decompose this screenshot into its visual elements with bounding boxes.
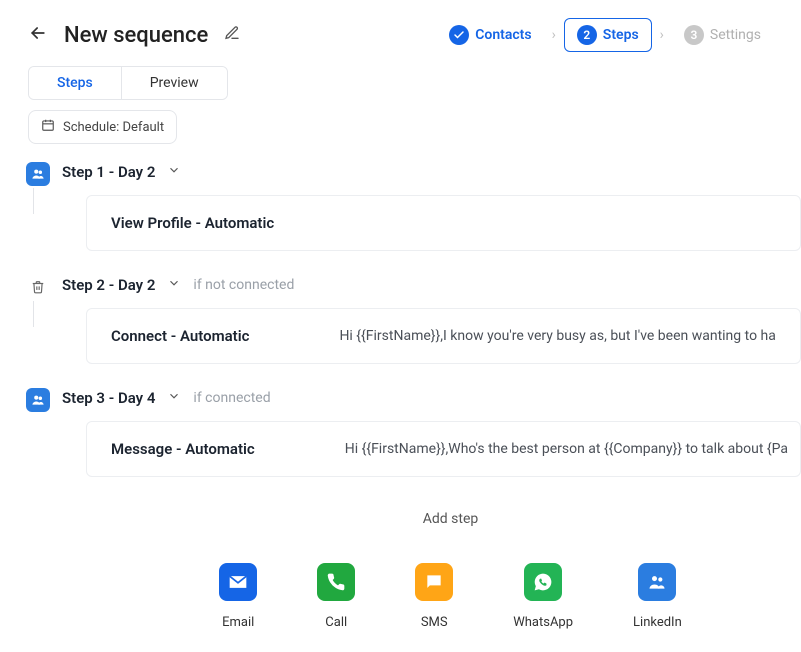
people-icon	[26, 162, 50, 186]
page-title: New sequence	[64, 23, 208, 48]
card-heading: Connect - Automatic	[111, 327, 249, 345]
sequence-step: Step 3 - Day 4 if connected Message - Au…	[22, 388, 801, 477]
schedule-selector[interactable]: Schedule: Default	[28, 110, 177, 144]
channel-label: Call	[325, 615, 347, 630]
step-title: Step 1 - Day 2	[62, 163, 155, 181]
channel-call[interactable]: Call	[317, 563, 355, 630]
whatsapp-icon	[524, 563, 562, 601]
wizard-label: Settings	[710, 27, 761, 43]
phone-icon	[317, 563, 355, 601]
wizard-step-contacts[interactable]: Contacts	[437, 19, 543, 51]
channel-label: WhatsApp	[513, 615, 573, 630]
channel-email[interactable]: Email	[219, 563, 257, 630]
check-icon	[449, 25, 469, 45]
step-card[interactable]: Connect - Automatic Hi {{FirstName}},I k…	[86, 308, 801, 364]
channel-sms[interactable]: SMS	[415, 563, 453, 630]
wizard-label: Contacts	[475, 27, 531, 43]
channel-label: Email	[222, 615, 254, 630]
pencil-icon[interactable]	[224, 25, 240, 45]
chevron-down-icon[interactable]	[167, 388, 181, 407]
trash-icon[interactable]	[26, 275, 50, 299]
channel-selector: Email Call SMS WhatsApp LinkedIn	[100, 563, 801, 630]
view-tabs: Steps Preview	[28, 66, 228, 100]
calendar-icon	[41, 118, 55, 136]
chevron-right-icon: ›	[660, 27, 664, 43]
step-number: 3	[684, 25, 704, 45]
step-number: 2	[577, 25, 597, 45]
sequence-step: Step 2 - Day 2 if not connected Connect …	[22, 275, 801, 388]
channel-label: LinkedIn	[633, 615, 682, 630]
people-icon	[26, 388, 50, 412]
step-condition: if not connected	[193, 277, 294, 293]
wizard-step-settings: 3 Settings	[672, 19, 773, 51]
card-heading: View Profile - Automatic	[111, 214, 274, 232]
tab-steps[interactable]: Steps	[29, 67, 121, 99]
step-card[interactable]: Message - Automatic Hi {{FirstName}},Who…	[86, 421, 801, 477]
step-title: Step 2 - Day 2	[62, 276, 155, 294]
chevron-down-icon[interactable]	[167, 275, 181, 294]
step-card[interactable]: View Profile - Automatic	[86, 195, 801, 251]
wizard-label: Steps	[603, 27, 639, 43]
tab-preview[interactable]: Preview	[121, 67, 227, 99]
chevron-down-icon[interactable]	[167, 162, 181, 181]
add-step-label: Add step	[100, 511, 801, 527]
connector-line	[33, 188, 34, 214]
card-preview: Hi {{FirstName}},Who's the best person a…	[345, 441, 788, 457]
wizard-step-steps[interactable]: 2 Steps	[564, 18, 652, 52]
card-heading: Message - Automatic	[111, 440, 255, 458]
back-arrow-icon[interactable]	[28, 23, 48, 47]
channel-whatsapp[interactable]: WhatsApp	[513, 563, 573, 630]
channel-label: SMS	[421, 615, 448, 630]
step-condition: if connected	[193, 390, 270, 406]
chevron-right-icon: ›	[552, 27, 556, 43]
channel-linkedin[interactable]: LinkedIn	[633, 563, 682, 630]
wizard-nav: Contacts › 2 Steps › 3 Settings	[437, 18, 773, 52]
people-icon	[638, 563, 676, 601]
schedule-label: Schedule: Default	[63, 120, 164, 135]
chat-icon	[415, 563, 453, 601]
connector-line	[33, 301, 34, 327]
email-icon	[219, 563, 257, 601]
step-title: Step 3 - Day 4	[62, 389, 155, 407]
card-preview: Hi {{FirstName}},I know you're very busy…	[339, 328, 775, 344]
sequence-step: Step 1 - Day 2 View Profile - Automatic	[22, 162, 801, 275]
